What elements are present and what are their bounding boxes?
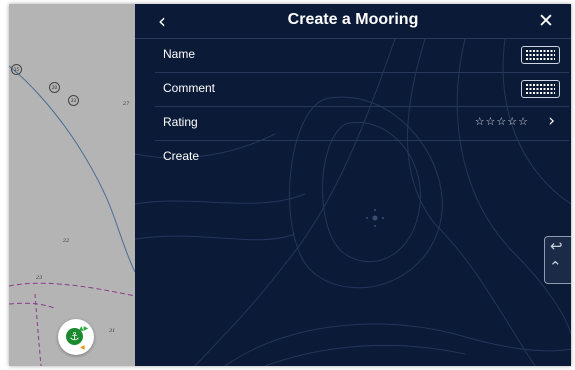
name-row[interactable]: Name <box>155 39 569 73</box>
chevron-right-icon: › <box>548 111 555 131</box>
panel-header: ‹ Create a Mooring ✕ <box>135 4 571 39</box>
comment-row[interactable]: Comment <box>155 73 569 107</box>
position-indicator <box>366 209 384 227</box>
depth-label: 31 <box>109 328 116 334</box>
close-icon: ✕ <box>538 10 554 32</box>
depth-label: 23 <box>36 275 43 281</box>
page-title: Create a Mooring <box>287 11 419 28</box>
nav-arrow-icon: ◀ <box>80 344 85 351</box>
name-label: Name <box>163 47 196 61</box>
depth-marker: 23 <box>68 95 79 106</box>
chart-lines <box>9 65 135 366</box>
keyboard-icon[interactable] <box>521 80 560 98</box>
depth-label: 22 <box>63 238 70 244</box>
app-frame: 15 20 23 27 22 23 31 ▲▶ ⚓ ◀ ‹ Create a M… <box>9 4 571 366</box>
side-control-tab[interactable]: ↩ ⌃ <box>544 236 571 284</box>
create-label: Create <box>163 149 200 163</box>
anchor-icon: ⚓ <box>66 328 83 345</box>
create-mooring-panel: ‹ Create a Mooring ✕ Name Comment Rating… <box>135 4 571 366</box>
undo-arrow-icon[interactable]: ↩ <box>550 237 563 255</box>
depth-marker: 20 <box>49 82 60 93</box>
comment-label: Comment <box>163 81 216 95</box>
create-row[interactable]: Create <box>155 141 569 174</box>
rating-label: Rating <box>163 115 198 129</box>
depth-label: 27 <box>123 101 130 107</box>
anchor-button[interactable]: ▲▶ ⚓ ◀ <box>58 319 94 355</box>
depth-marker: 15 <box>11 64 22 75</box>
nautical-chart[interactable]: 15 20 23 27 22 23 31 ▲▶ ⚓ ◀ <box>9 4 135 366</box>
keyboard-icon[interactable] <box>521 46 560 64</box>
rating-row[interactable]: Rating ☆☆☆☆☆ › <box>155 107 569 141</box>
close-button[interactable]: ✕ <box>533 8 559 34</box>
rating-stars: ☆☆☆☆☆ <box>474 115 529 128</box>
expand-up-icon[interactable]: ⌃ <box>549 258 562 276</box>
